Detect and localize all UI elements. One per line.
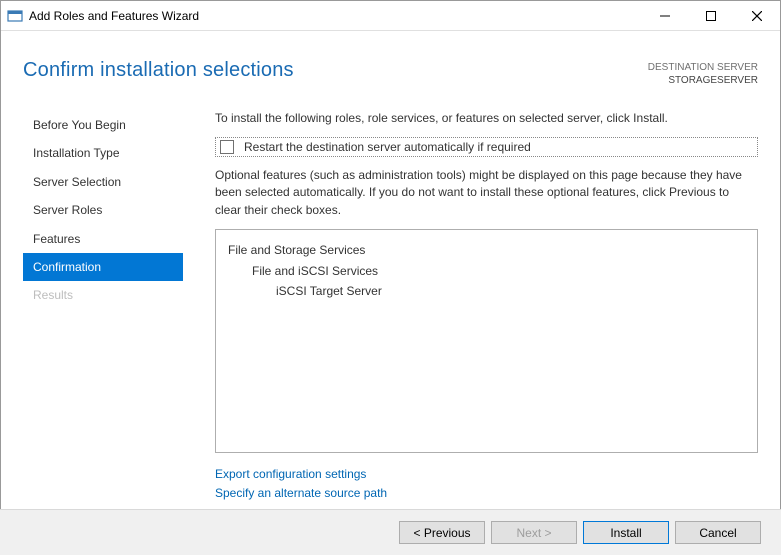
app-icon [7,8,23,24]
destination-label: DESTINATION SERVER [648,61,758,74]
selection-item: File and iSCSI Services [228,261,745,281]
minimize-button[interactable] [642,1,688,31]
nav-item-server-selection[interactable]: Server Selection [23,168,183,196]
install-button[interactable]: Install [583,521,669,544]
nav-item-server-roles[interactable]: Server Roles [23,196,183,224]
cancel-button[interactable]: Cancel [675,521,761,544]
destination-info: DESTINATION SERVER STORAGESERVER [648,61,758,87]
window-title: Add Roles and Features Wizard [29,9,642,23]
next-button: Next > [491,521,577,544]
selections-list: File and Storage ServicesFile and iSCSI … [215,229,758,453]
maximize-button[interactable] [688,1,734,31]
footer: < Previous Next > Install Cancel [0,509,781,555]
nav-item-confirmation[interactable]: Confirmation [23,253,183,281]
intro-text: To install the following roles, role ser… [215,111,758,125]
nav-item-features[interactable]: Features [23,225,183,253]
optional-features-text: Optional features (such as administratio… [215,167,758,219]
close-button[interactable] [734,1,780,31]
previous-button[interactable]: < Previous [399,521,485,544]
selection-item: iSCSI Target Server [228,281,745,301]
export-config-link[interactable]: Export configuration settings [215,465,758,484]
window-controls [642,1,780,30]
links-block: Export configuration settings Specify an… [215,465,758,503]
wizard-nav: Before You BeginInstallation TypeServer … [23,111,183,504]
nav-item-results: Results [23,281,183,309]
content-panel: To install the following roles, role ser… [183,111,758,504]
header: Confirm installation selections DESTINAT… [1,31,780,87]
restart-checkbox-row[interactable]: Restart the destination server automatic… [215,137,758,157]
selection-item: File and Storage Services [228,240,745,260]
titlebar: Add Roles and Features Wizard [1,1,780,31]
nav-item-installation-type[interactable]: Installation Type [23,139,183,167]
nav-item-before-you-begin[interactable]: Before You Begin [23,111,183,139]
destination-server: STORAGESERVER [648,74,758,87]
restart-checkbox[interactable] [220,140,234,154]
alternate-source-link[interactable]: Specify an alternate source path [215,484,758,503]
restart-checkbox-label: Restart the destination server automatic… [244,140,531,154]
page-title: Confirm installation selections [23,59,294,82]
